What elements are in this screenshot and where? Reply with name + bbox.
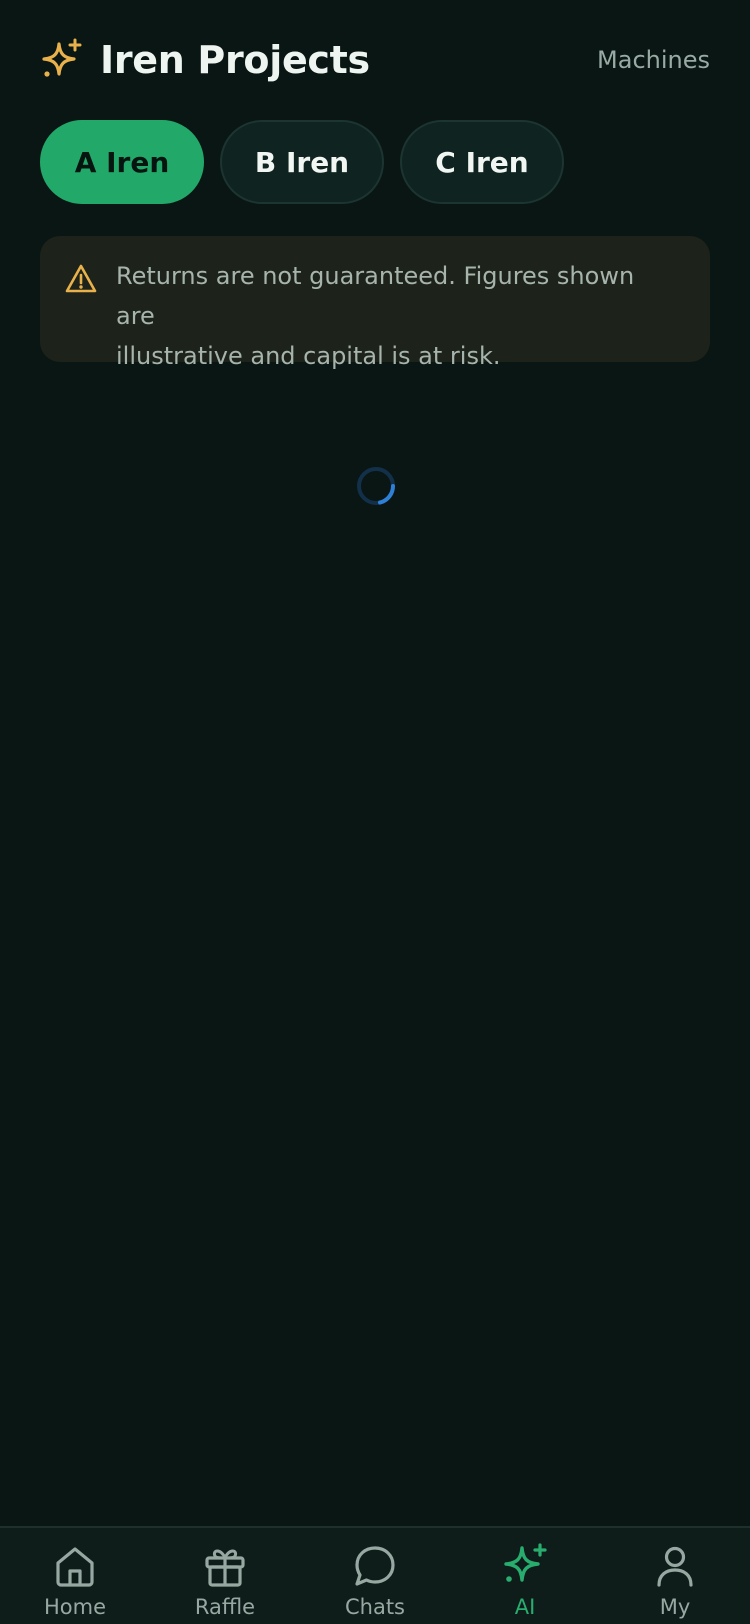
- home-icon: [56, 1547, 94, 1587]
- nav-label-raffle: Raffle: [194, 1595, 256, 1619]
- tab-b-iren[interactable]: B Iren: [220, 120, 384, 204]
- gift-icon: [205, 1549, 245, 1587]
- user-icon: [657, 1546, 693, 1587]
- title-group: Iren Projects: [40, 38, 370, 82]
- nav-item-raffle[interactable]: Raffle: [150, 1528, 300, 1620]
- spinner-icon: [356, 466, 396, 506]
- nav-item-ai[interactable]: AI: [450, 1528, 600, 1620]
- warning-icon: [64, 262, 98, 296]
- chat-bubble-icon: [355, 1546, 395, 1586]
- notice-text-line-2: illustrative and capital is at risk.: [116, 342, 501, 370]
- notice-text: Returns are not guaranteed. Figures show…: [116, 256, 680, 376]
- header: Iren Projects Machines: [40, 36, 710, 84]
- nav-label-chats: Chats: [344, 1595, 406, 1619]
- risk-notice: Returns are not guaranteed. Figures show…: [40, 236, 710, 370]
- nav-label-home: Home: [43, 1595, 106, 1619]
- screen: Iren Projects Machines A Iren B Iren C I…: [0, 0, 750, 1624]
- machines-link[interactable]: Machines: [597, 46, 710, 74]
- page-title: Iren Projects: [100, 38, 370, 82]
- project-tabs: A Iren B Iren C Iren: [40, 120, 564, 204]
- nav-item-my[interactable]: My: [600, 1528, 750, 1620]
- bottom-nav: Home Raffle Chats AI My: [0, 1526, 750, 1624]
- tab-c-iren[interactable]: C Iren: [400, 120, 564, 204]
- sparkles-icon: [40, 38, 84, 82]
- sparkles-icon: [504, 1543, 547, 1582]
- nav-label-my: My: [659, 1595, 691, 1619]
- nav-item-home[interactable]: Home: [0, 1528, 150, 1620]
- nav-item-chats[interactable]: Chats: [300, 1528, 450, 1620]
- notice-text-line-1: Returns are not guaranteed. Figures show…: [116, 262, 635, 330]
- nav-label-ai: AI: [514, 1595, 536, 1619]
- tab-a-iren[interactable]: A Iren: [40, 120, 204, 204]
